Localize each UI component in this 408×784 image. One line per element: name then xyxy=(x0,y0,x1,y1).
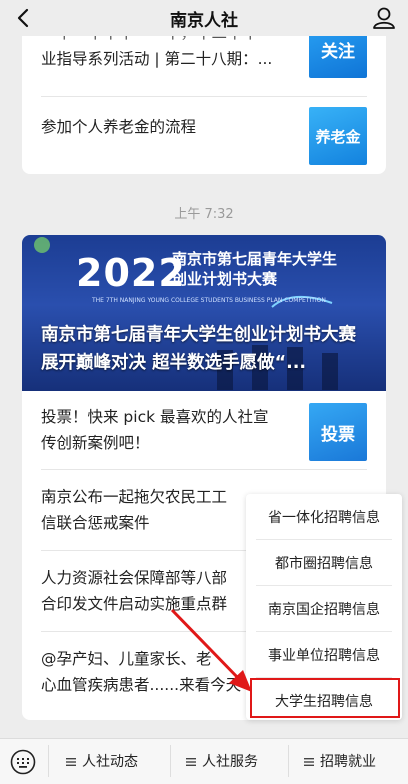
banner-headline: 南京市第七届青年大学生创业计划书大赛展开巅峰对决 超半数选手愿做“... xyxy=(41,325,356,373)
divider xyxy=(48,745,49,777)
message-timestamp: 上午 7:32 xyxy=(174,207,234,222)
keyboard-icon[interactable] xyxy=(10,749,36,775)
article-title-line1: 投票！快来 pick 最喜欢的人社宣 xyxy=(41,408,269,426)
article-thumbnail: 投票 xyxy=(309,403,367,461)
tab-news[interactable]: 人社动态 xyxy=(66,751,138,771)
tab-label: 人社动态 xyxy=(82,754,138,770)
article-thumbnail: 养老金 xyxy=(309,107,367,165)
divider xyxy=(288,745,289,777)
menu-icon xyxy=(304,758,314,766)
menu-icon xyxy=(186,758,196,766)
banner-event-line2: 创业计划书大赛 xyxy=(172,270,278,288)
annotation-highlight-box xyxy=(250,678,400,718)
menu-item-public-institution-recruitment[interactable]: 事业单位招聘信息 xyxy=(246,632,402,677)
banner-year: 2022 xyxy=(76,251,186,295)
thumbnail-text: 投票 xyxy=(321,424,355,445)
menu-icon xyxy=(66,758,76,766)
tab-label: 人社服务 xyxy=(202,754,258,770)
article-item[interactable]: 投票！快来 pick 最喜欢的人社宣 传创新案例吧！ 投票 xyxy=(22,391,386,469)
back-icon[interactable] xyxy=(10,4,38,32)
menu-item-metro-recruitment[interactable]: 都市圈招聘信息 xyxy=(246,540,402,585)
menu-item-state-enterprise-recruitment[interactable]: 南京国企招聘信息 xyxy=(246,586,402,631)
article-title: 投票！快来 pick 最喜欢的人社宣 传创新案例吧！ xyxy=(41,404,303,456)
tab-recruitment[interactable]: 招聘就业 xyxy=(304,751,376,771)
thumbnail-text: 关注 xyxy=(321,41,355,62)
article-item[interactable]: 参加个人养老金的流程 养老金 xyxy=(22,97,386,173)
tab-label: 招聘就业 xyxy=(320,754,376,770)
page-title: 南京人社 xyxy=(170,10,238,31)
tab-services[interactable]: 人社服务 xyxy=(186,751,258,771)
user-profile-icon[interactable] xyxy=(370,4,398,32)
thumbnail-text: 养老金 xyxy=(315,127,361,146)
banner-event-line1: 南京市第七届青年大学生 xyxy=(172,250,338,268)
menu-item-provincial-recruitment[interactable]: 省一体化招聘信息 xyxy=(246,494,402,539)
divider xyxy=(170,745,171,777)
banner-subtitle-en: THE 7TH NANJING YOUNG COLLEGE STUDENTS B… xyxy=(92,297,326,304)
nav-bar: 南京人社 xyxy=(0,0,408,36)
article-title-line2: 传创新案例吧！ xyxy=(41,434,150,452)
article-title-line1: 参加个人养老金的流程 xyxy=(41,118,197,136)
article-title-line2: 业指导系列活动 | 第二十八期：... xyxy=(41,50,273,68)
banner-event-title: 南京市第七届青年大学生 创业计划书大赛 xyxy=(172,249,337,289)
headline-article-banner[interactable]: 2022 南京市第七届青年大学生 创业计划书大赛 THE 7TH NANJING… xyxy=(22,235,386,391)
article-title: 参加个人养老金的流程 xyxy=(41,114,303,140)
bottom-menu-bar: 人社动态 人社服务 招聘就业 xyxy=(0,738,408,784)
